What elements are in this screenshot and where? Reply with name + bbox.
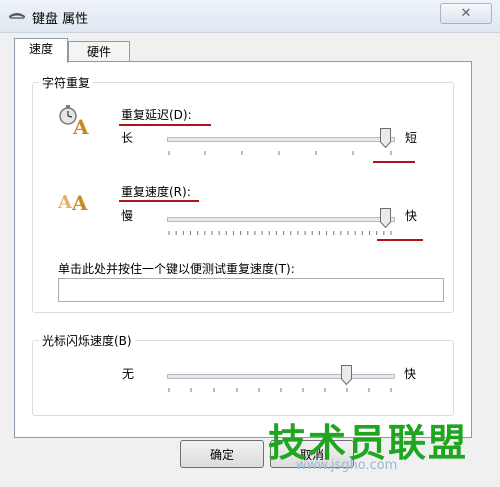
delay-label: 重复延迟(D): — [121, 108, 192, 122]
close-button[interactable]: ✕ — [440, 3, 492, 24]
delay-slider-thumb[interactable] — [380, 128, 391, 148]
tab-speed-label: 速度 — [28, 42, 53, 56]
stopwatch-letter-icon: A — [59, 105, 89, 136]
rate-value-underline — [377, 239, 423, 241]
watermark-url: www.jsgho.com — [296, 458, 398, 473]
repeat-group-legend: 字符重复 — [39, 74, 94, 91]
delay-label-underline — [119, 124, 211, 126]
repeat-test-input[interactable] — [58, 278, 444, 302]
tab-speed[interactable]: 速度 — [14, 38, 68, 63]
cursor-blink-slider-track[interactable] — [167, 374, 395, 379]
delay-slider-ticks — [168, 151, 392, 155]
cursor-blink-slider-ticks — [168, 388, 392, 392]
title-bar: 键盘 属性 ✕ — [0, 0, 500, 33]
cursor-blink-left-label: 无 — [122, 367, 135, 381]
tab-hardware-label: 硬件 — [86, 45, 111, 59]
ok-button-label: 确定 — [209, 447, 234, 462]
close-icon: ✕ — [460, 6, 472, 21]
cursor-blink-slider-thumb[interactable] — [341, 365, 352, 385]
svg-text:A: A — [72, 115, 89, 136]
rate-right-label: 快 — [405, 209, 418, 223]
test-area-label: 单击此处并按住一个键以便测试重复速度(T): — [58, 262, 295, 276]
delay-value-underline — [373, 161, 415, 163]
rate-label: 重复速度(R): — [121, 185, 191, 199]
rate-left-label: 慢 — [121, 209, 134, 223]
speed-panel: 字符重复 A 重复延迟(D): 长 短 A A 重复速度(R): 慢 快 单击此… — [14, 61, 472, 438]
tab-hardware[interactable]: 硬件 — [68, 41, 130, 63]
rate-label-underline — [119, 200, 199, 202]
rate-slider-track[interactable] — [167, 217, 395, 222]
cursor-blink-right-label: 快 — [404, 367, 417, 381]
cursor-blink-legend: 光标闪烁速度(B) — [39, 332, 135, 349]
letters-icon: A A — [57, 191, 88, 214]
delay-right-label: 短 — [405, 131, 418, 145]
rate-slider-ticks — [168, 231, 392, 235]
window-title: 键盘 属性 — [32, 12, 89, 27]
svg-text:A: A — [57, 192, 73, 213]
delay-slider-track[interactable] — [167, 137, 395, 142]
ok-button[interactable]: 确定 — [180, 440, 264, 468]
keyboard-icon — [9, 13, 25, 19]
rate-slider-thumb[interactable] — [380, 208, 391, 228]
svg-text:A: A — [71, 191, 88, 214]
delay-left-label: 长 — [121, 131, 134, 145]
